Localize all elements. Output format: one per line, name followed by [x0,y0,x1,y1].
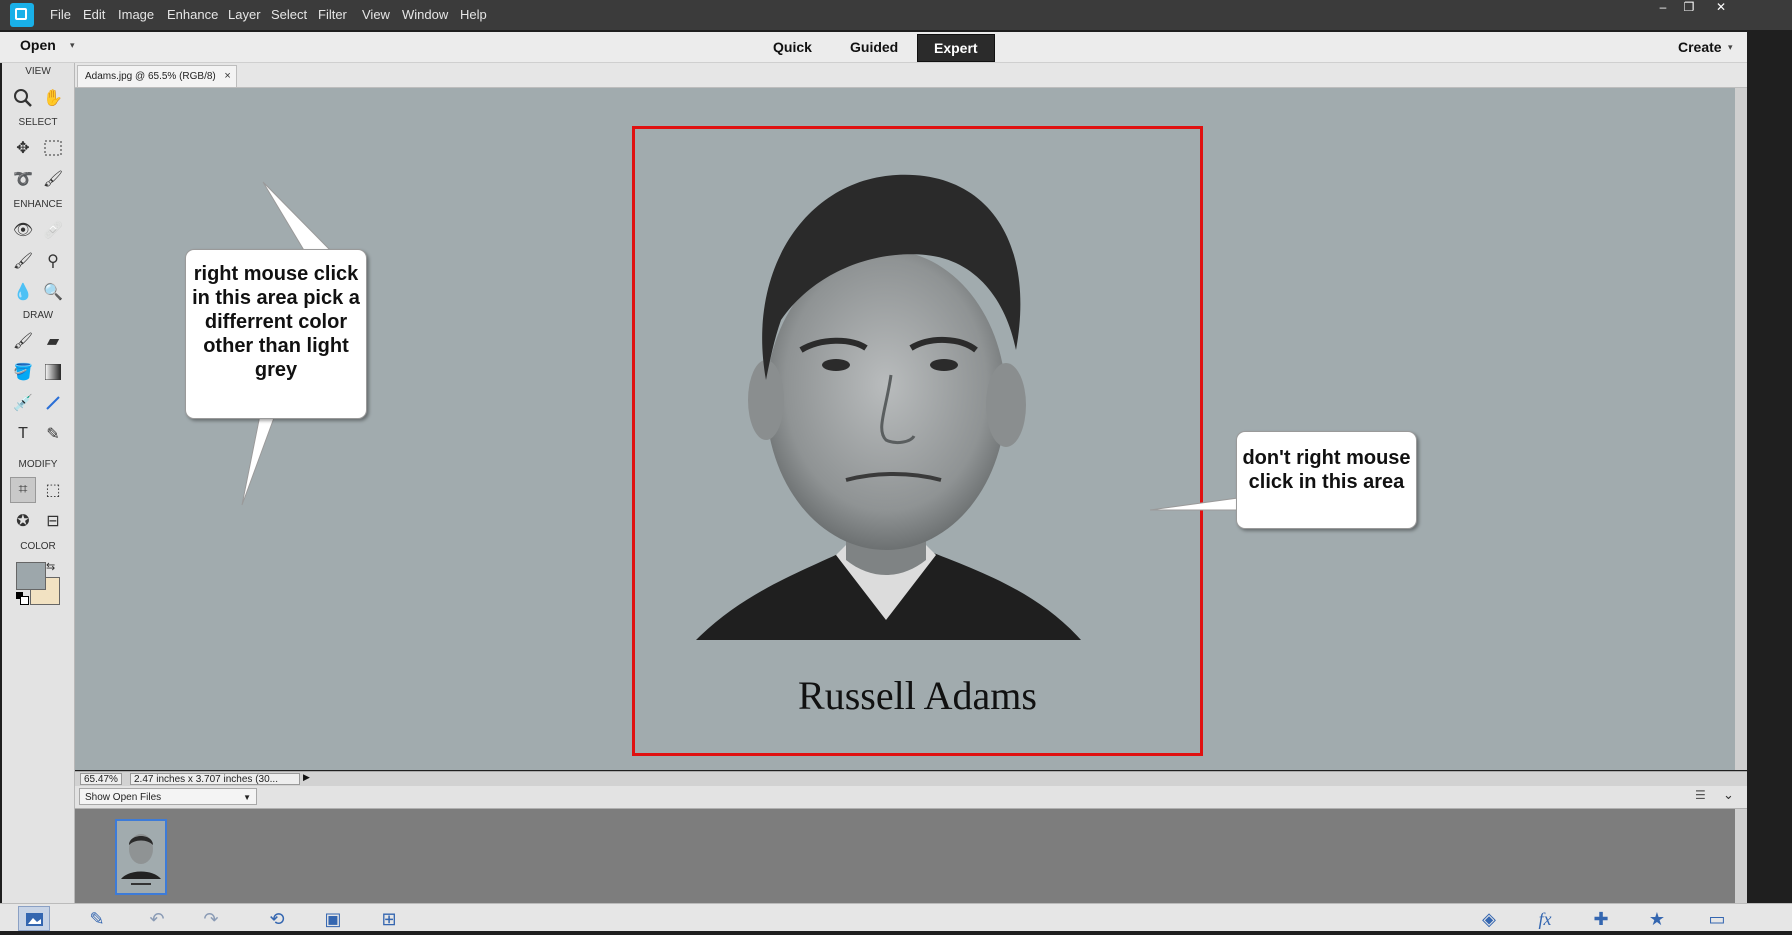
minimize-button[interactable]: – [1650,0,1676,16]
document-tab-label: Adams.jpg @ 65.5% (RGB/8) [85,71,216,82]
tab-expert[interactable]: Expert [917,34,995,62]
brush-tool-icon[interactable]: 🖌 [10,328,36,354]
section-view-label: VIEW [25,66,51,77]
section-enhance-label: ENHANCE [13,199,63,210]
tab-guided[interactable]: Guided [834,34,914,60]
tab-quick[interactable]: Quick [757,34,828,60]
photo-bin-area [75,809,1735,903]
section-draw-label: DRAW [22,310,54,321]
close-tab-icon[interactable]: × [224,66,230,87]
bin-collapse-icon[interactable]: ⌄ [1723,787,1734,803]
menu-layer[interactable]: Layer [228,6,261,24]
rotate-icon[interactable]: ⟲ [262,908,292,930]
open-dropdown-icon[interactable]: ▾ [70,40,75,51]
callout-right: don't right mouse click in this area [1236,431,1417,529]
menu-window[interactable]: Window [402,6,448,24]
favorites-icon[interactable]: ★ [1642,908,1672,930]
restore-button[interactable]: ❐ [1676,0,1702,16]
marquee-tool-icon[interactable] [40,135,66,161]
clone-stamp-tool-icon[interactable]: ⚲ [40,248,66,274]
redo-icon[interactable]: ↷ [196,908,226,930]
create-button[interactable]: Create [1678,39,1722,55]
menu-image[interactable]: Image [118,6,154,24]
document-tab[interactable]: Adams.jpg @ 65.5% (RGB/8) × [77,65,237,87]
menu-view[interactable]: View [362,6,390,24]
foreground-color-swatch[interactable] [16,562,46,590]
photo-bin-filter-select[interactable]: Show Open Files ▼ [79,788,257,805]
effects-icon[interactable]: fx [1530,908,1560,930]
move-tool-icon[interactable]: ✥ [10,135,36,161]
close-window-button[interactable]: ✕ [1708,0,1734,16]
add-graphics-icon[interactable]: ✚ [1586,908,1616,930]
content-aware-move-tool-icon[interactable]: ✪ [10,508,36,534]
healing-tool-icon[interactable]: 🩹 [40,217,66,243]
open-button[interactable]: Open [20,37,56,53]
menu-edit[interactable]: Edit [83,6,105,24]
callout-left: right mouse click in this area pick a di… [185,249,367,419]
default-colors-icon[interactable] [16,592,29,605]
photo-bin-header: Show Open Files ▼ ☰ ⌄ [75,786,1747,809]
section-modify-label: MODIFY [18,459,58,470]
toolbox: VIEW ✋ SELECT ✥ ➰ 🖌 ENHANCE 👁 🩹 🖌 ⚲ 💧 🔍 … [2,63,75,903]
red-eye-tool-icon[interactable]: 👁 [10,217,36,243]
crop-tool-icon[interactable]: ⌗ [10,477,36,503]
photo-thumbnail[interactable] [115,819,167,895]
menu-bar: File Edit Image Enhance Layer Select Fil… [0,0,1792,30]
blur-tool-icon[interactable]: 💧 [10,279,36,305]
menu-enhance[interactable]: Enhance [167,6,218,24]
task-bar: ✎ ↶ ↷ ⟲ ▣ ⊞ ◈ fx ✚ ★ ▭ [0,903,1792,931]
zoom-level-field[interactable]: 65.47% [80,773,122,785]
layers-icon[interactable]: ◈ [1474,908,1504,930]
recompose-tool-icon[interactable]: ⬚ [40,477,66,503]
eraser-tool-icon[interactable]: ▰ [40,328,66,354]
lasso-tool-icon[interactable]: ➰ [10,166,36,192]
menu-file[interactable]: File [50,6,71,24]
create-dropdown-icon[interactable]: ▾ [1728,42,1733,53]
gradient-tool-icon[interactable] [40,359,66,385]
eyedropper-tool-icon[interactable]: 💉 [10,390,36,416]
straighten-tool-icon[interactable]: ⊟ [40,508,66,534]
more-panels-icon[interactable]: ▭ [1702,908,1732,930]
paint-bucket-tool-icon[interactable]: 🪣 [10,359,36,385]
thumbnail-portrait-image [121,834,161,885]
menu-select[interactable]: Select [271,6,307,24]
pencil-tool-icon[interactable]: ✎ [40,421,66,447]
smart-brush-tool-icon[interactable]: 🖌 [10,248,36,274]
document-info-menu-icon[interactable]: ▶ [303,772,310,783]
organizer-icon[interactable]: ⊞ [374,908,404,930]
tool-options-icon[interactable]: ✎ [82,908,112,930]
document-tab-bar: Adams.jpg @ 65.5% (RGB/8) × [75,63,1747,88]
sponge-tool-icon[interactable]: 🔍 [40,279,66,305]
photo-bin-toggle-icon[interactable] [18,906,50,931]
type-tool-icon[interactable]: T [10,421,36,447]
undo-icon[interactable]: ↶ [142,908,172,930]
callout-right-pointer [1150,497,1239,511]
bin-options-icon[interactable]: ☰ [1695,788,1706,802]
photo-caption: Russell Adams [798,673,1037,718]
quick-selection-tool-icon[interactable]: 🖌 [40,166,66,192]
status-bar: 65.47% 2.47 inches x 3.707 inches (30...… [75,771,1747,786]
app-logo-icon[interactable] [10,3,34,27]
photo-bin-filter-label: Show Open Files [85,792,162,803]
layout-icon[interactable]: ▣ [318,908,348,930]
zoom-tool-icon[interactable] [10,85,36,111]
canvas-vertical-scrollbar[interactable] [1735,88,1747,770]
menu-filter[interactable]: Filter [318,6,347,24]
menu-help[interactable]: Help [460,6,487,24]
line-tool-icon[interactable] [40,390,66,416]
chevron-down-icon: ▼ [243,793,251,802]
section-color-label: COLOR [20,541,56,552]
document-info-field: 2.47 inches x 3.707 inches (30... [130,773,300,785]
mode-bar: Open ▾ Quick Guided Expert Create ▾ [0,32,1747,63]
hand-tool-icon[interactable]: ✋ [40,85,66,111]
section-select-label: SELECT [18,117,58,128]
swap-colors-icon[interactable]: ⇆ [46,560,55,573]
photo-bin-scrollbar[interactable] [1735,809,1747,903]
photo-highlight-frame [632,126,1203,756]
